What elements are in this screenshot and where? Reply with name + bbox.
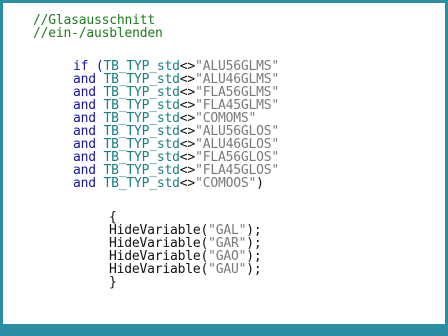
- code-area: //Glasausschnitt //ein-/ausblenden if (T…: [0, 8, 448, 318]
- suffix: ): [256, 176, 264, 191]
- keyword: and: [73, 176, 104, 191]
- string-literal: "GAU": [208, 262, 247, 277]
- close-brace: }: [109, 275, 117, 290]
- function-name: HideVariable(: [109, 262, 209, 277]
- call-end: );: [246, 262, 262, 277]
- condition-line: and TB_TYP_std<>"COMOOS"): [73, 177, 264, 190]
- comment-line: //ein-/ausblenden: [33, 26, 163, 41]
- call-line: HideVariable("GAU");: [109, 263, 262, 276]
- identifier: TB_TYP_std: [103, 176, 180, 191]
- operator: <>: [179, 176, 196, 191]
- string-literal: "COMOOS": [195, 176, 257, 191]
- bottom-border-bar: [0, 324, 448, 336]
